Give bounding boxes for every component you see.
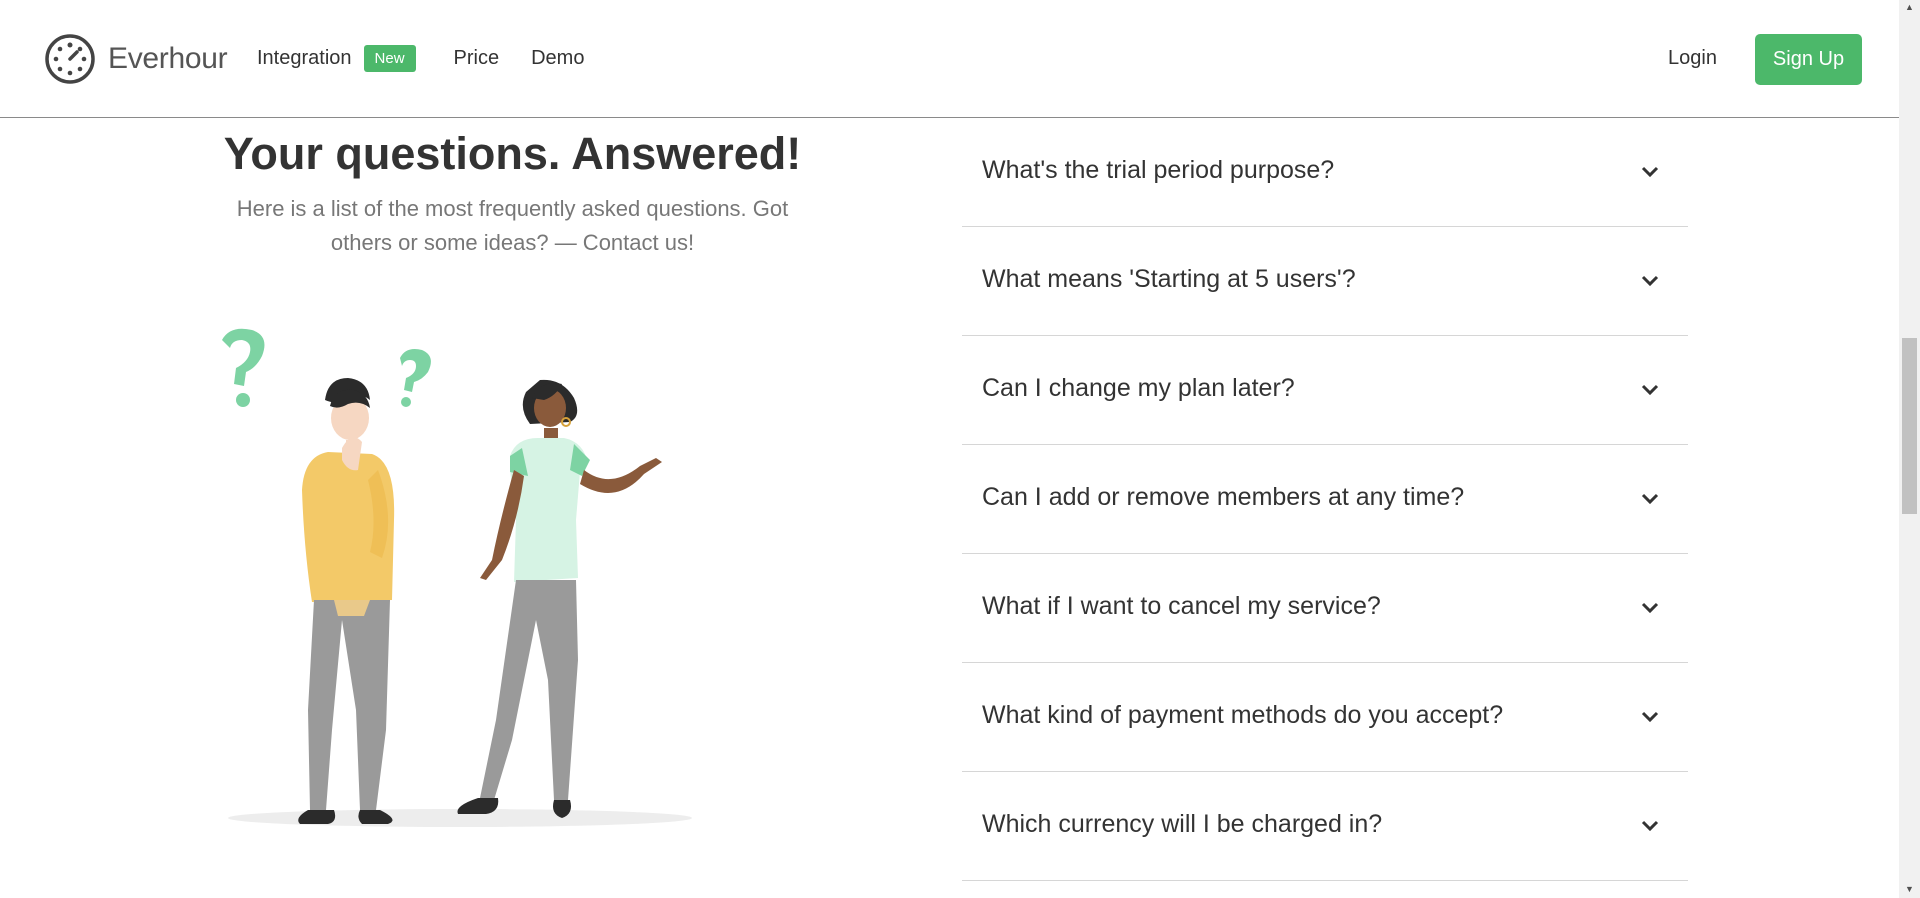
page-subtitle: Here is a list of the most frequently as… bbox=[236, 196, 789, 255]
brand-name: Everhour bbox=[108, 42, 228, 75]
faq-item[interactable]: What if I want to cancel my service? bbox=[962, 554, 1688, 663]
clock-logo-icon bbox=[45, 34, 95, 84]
faq-item[interactable]: What's the trial period purpose? bbox=[962, 118, 1688, 227]
nav-integration[interactable]: Integration bbox=[257, 47, 352, 70]
people-illustration bbox=[222, 328, 692, 827]
scroll-up-icon[interactable]: ▲ bbox=[1905, 2, 1914, 12]
chevron-down-icon bbox=[1641, 820, 1659, 832]
faq-list: What's the trial period purpose? What me… bbox=[962, 118, 1688, 881]
faq-item[interactable]: What means 'Starting at 5 users'? bbox=[962, 227, 1688, 336]
nav-price[interactable]: Price bbox=[454, 47, 500, 70]
new-badge: New bbox=[363, 45, 416, 72]
man-figure bbox=[298, 378, 395, 824]
faq-question: What kind of payment methods do you acce… bbox=[982, 701, 1504, 729]
faq-question: What if I want to cancel my service? bbox=[982, 592, 1381, 620]
page-title: Your questions. Answered! bbox=[223, 128, 802, 179]
faq-item[interactable]: Can I add or remove members at any time? bbox=[962, 445, 1688, 554]
faq-item[interactable]: What kind of payment methods do you acce… bbox=[962, 663, 1688, 772]
site-header: Everhour Integration New Price Demo Logi… bbox=[0, 0, 1899, 118]
faq-question: What's the trial period purpose? bbox=[982, 156, 1335, 184]
faq-intro: Your questions. Answered! Here is a list… bbox=[220, 120, 805, 260]
chevron-down-icon bbox=[1641, 275, 1659, 287]
scroll-thumb[interactable] bbox=[1902, 338, 1917, 514]
chevron-down-icon bbox=[1641, 602, 1659, 614]
faq-question: Can I change my plan later? bbox=[982, 374, 1295, 402]
nav-demo[interactable]: Demo bbox=[531, 47, 584, 70]
chevron-down-icon bbox=[1641, 166, 1659, 178]
faq-item[interactable]: Can I change my plan later? bbox=[962, 336, 1688, 445]
faq-question: What means 'Starting at 5 users'? bbox=[982, 265, 1356, 293]
chevron-down-icon bbox=[1641, 711, 1659, 723]
faq-item[interactable]: Which currency will I be charged in? bbox=[962, 772, 1688, 881]
main-nav: Integration New Price Demo bbox=[257, 45, 584, 72]
vertical-scrollbar[interactable]: ▲ ▼ bbox=[1899, 0, 1920, 898]
scroll-down-icon[interactable]: ▼ bbox=[1905, 884, 1914, 894]
faq-question: Can I add or remove members at any time? bbox=[982, 483, 1465, 511]
signup-button[interactable]: Sign Up bbox=[1755, 34, 1862, 85]
woman-figure bbox=[457, 379, 662, 818]
logo[interactable]: Everhour bbox=[44, 33, 228, 85]
chevron-down-icon bbox=[1641, 493, 1659, 505]
faq-question: Which currency will I be charged in? bbox=[982, 810, 1383, 838]
chevron-down-icon bbox=[1641, 384, 1659, 396]
login-link[interactable]: Login bbox=[1668, 47, 1717, 70]
